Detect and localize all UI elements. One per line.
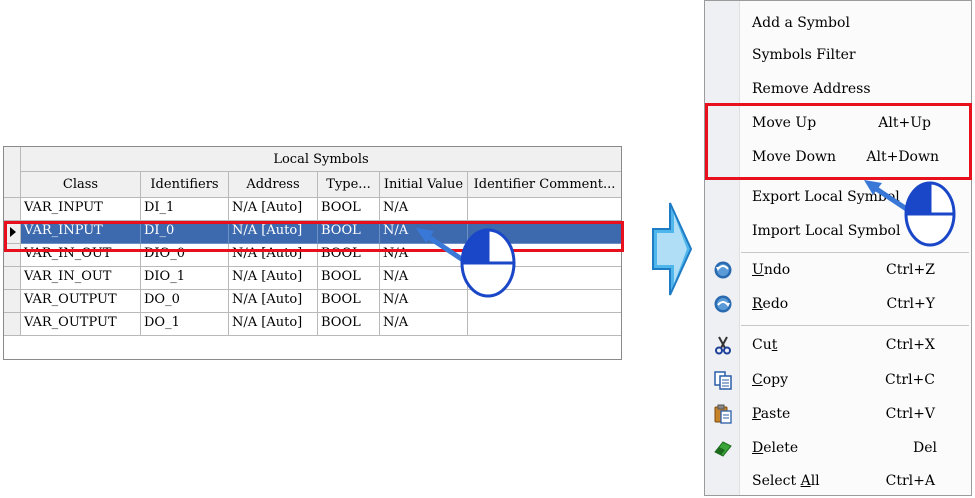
context-menu: Add a Symbol Symbols Filter Remove Addre…: [704, 0, 972, 496]
menu-item-label: Select All: [752, 473, 820, 489]
menu-item-redo[interactable]: Redo Ctrl+Y: [705, 287, 971, 321]
paste-icon: [714, 404, 732, 424]
menu-item-shortcut: Ctrl+V: [885, 406, 935, 422]
move-items-highlight: [705, 103, 972, 180]
menu-item-select-all[interactable]: Select All Ctrl+A: [705, 464, 971, 498]
row-header[interactable]: [4, 290, 21, 313]
selected-row-highlight: [4, 221, 624, 252]
cell-address[interactable]: N/A [Auto]: [229, 198, 318, 221]
cell-address[interactable]: N/A [Auto]: [229, 313, 318, 336]
row-header[interactable]: [4, 313, 21, 336]
column-header-initial-value[interactable]: Initial Value: [380, 172, 468, 198]
cell-identifier[interactable]: DI_1: [141, 198, 229, 221]
cell-initial-value[interactable]: N/A: [380, 198, 468, 221]
menu-item-label: Symbols Filter: [752, 47, 856, 63]
cell-address[interactable]: N/A [Auto]: [229, 290, 318, 313]
column-header-class[interactable]: Class: [21, 172, 141, 198]
column-header-identifiers[interactable]: Identifiers: [141, 172, 229, 198]
menu-item-label: Redo: [752, 296, 789, 312]
local-symbols-grid: Local Symbols Class Identifiers Address …: [3, 146, 622, 360]
column-header-identifier-comment[interactable]: Identifier Comment...: [468, 172, 621, 198]
cut-icon: [715, 336, 731, 355]
mouse-click-icon: [460, 228, 516, 298]
menu-item-label: Copy: [752, 372, 789, 388]
menu-item-cut[interactable]: Cut Ctrl+X: [705, 328, 971, 362]
menu-item-copy[interactable]: Copy Ctrl+C: [705, 363, 971, 397]
cell-class[interactable]: VAR_OUTPUT: [21, 290, 141, 313]
row-header[interactable]: [4, 267, 21, 290]
cell-type[interactable]: BOOL: [318, 313, 380, 336]
mouse-click-icon-right: [904, 181, 956, 247]
cell-type[interactable]: BOOL: [318, 267, 380, 290]
cell-address[interactable]: N/A [Auto]: [229, 267, 318, 290]
menu-item-label: Paste: [752, 406, 791, 422]
cell-initial-value[interactable]: N/A: [380, 313, 468, 336]
copy-icon: [714, 371, 732, 390]
menu-item-shortcut: Ctrl+X: [885, 337, 935, 353]
cell-identifier[interactable]: DIO_1: [141, 267, 229, 290]
grid-title: Local Symbols: [21, 147, 621, 172]
cell-identifier[interactable]: DO_1: [141, 313, 229, 336]
cell-identifier[interactable]: DO_0: [141, 290, 229, 313]
cell-initial-value[interactable]: N/A: [380, 290, 468, 313]
menu-item-add-symbol[interactable]: Add a Symbol: [705, 6, 971, 40]
menu-item-label: Cut: [752, 337, 778, 353]
menu-item-shortcut: Ctrl+C: [885, 372, 935, 388]
menu-item-shortcut: Ctrl+A: [885, 473, 935, 489]
transition-arrow-icon: [652, 202, 692, 296]
menu-item-label: Import Local Symbol: [752, 223, 901, 239]
menu-item-paste[interactable]: Paste Ctrl+V: [705, 397, 971, 431]
redo-icon: [714, 295, 732, 313]
grid-corner: [4, 147, 21, 198]
cell-type[interactable]: BOOL: [318, 198, 380, 221]
cell-class[interactable]: VAR_IN_OUT: [21, 267, 141, 290]
menu-item-remove-address[interactable]: Remove Address: [705, 72, 971, 106]
menu-item-undo[interactable]: Undo Ctrl+Z: [705, 253, 971, 287]
cell-class[interactable]: VAR_OUTPUT: [21, 313, 141, 336]
cell-comment[interactable]: [468, 198, 621, 221]
menu-item-label: Remove Address: [752, 81, 871, 97]
eraser-icon: [714, 441, 732, 457]
column-header-type[interactable]: Type...: [318, 172, 380, 198]
menu-item-label: Add a Symbol: [752, 15, 850, 31]
row-header[interactable]: [4, 198, 21, 221]
menu-item-label: Delete: [752, 440, 799, 456]
menu-item-symbols-filter[interactable]: Symbols Filter: [705, 38, 971, 72]
menu-item-shortcut: Del: [913, 440, 937, 456]
menu-separator: [741, 325, 969, 326]
cell-comment[interactable]: [468, 313, 621, 336]
column-header-address[interactable]: Address: [229, 172, 318, 198]
cell-class[interactable]: VAR_INPUT: [21, 198, 141, 221]
menu-item-shortcut: Ctrl+Z: [886, 262, 935, 278]
menu-item-shortcut: Ctrl+Y: [886, 296, 935, 312]
menu-item-delete[interactable]: Delete Del: [705, 431, 971, 465]
cell-type[interactable]: BOOL: [318, 290, 380, 313]
undo-icon: [714, 261, 732, 279]
menu-item-label: Undo: [752, 262, 791, 278]
